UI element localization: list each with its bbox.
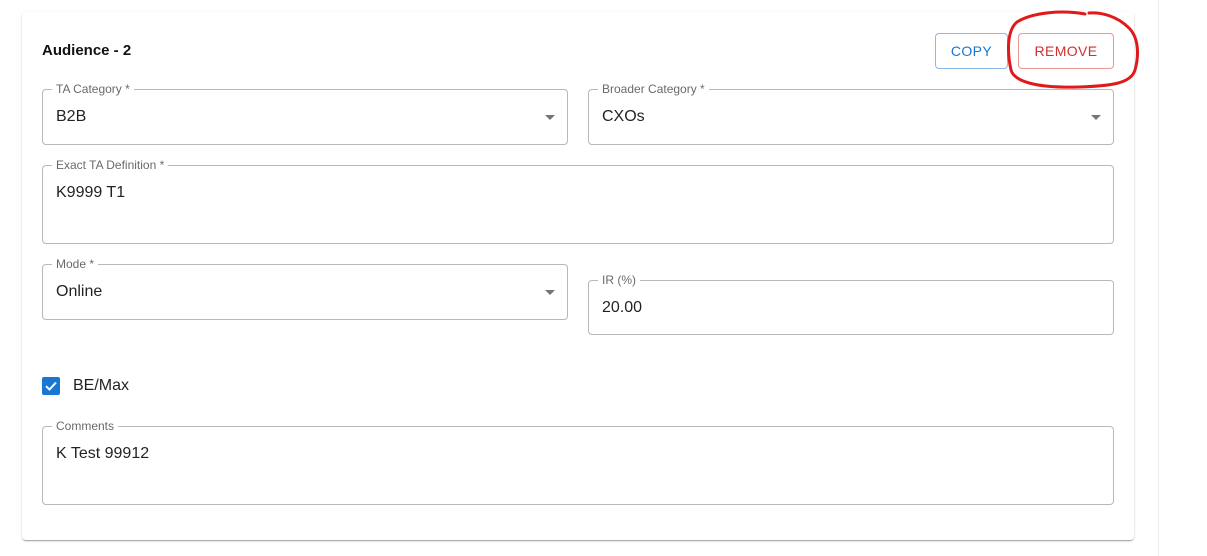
arrow-drop-down-icon: [545, 290, 555, 295]
comments-value: K Test 99912: [56, 445, 150, 462]
be-max-label: BE/Max: [73, 377, 130, 394]
ir-field[interactable]: IR (%) 20.00: [588, 273, 1114, 335]
mode-label: Mode *: [52, 257, 99, 271]
page: Audience - 2 COPY REMOVE TA Category * B…: [0, 0, 1207, 556]
ta-category-select[interactable]: TA Category * B2B: [42, 82, 568, 145]
card-title: Audience - 2: [42, 42, 132, 59]
comments-field[interactable]: Comments K Test 99912: [42, 419, 1114, 505]
ta-category-label: TA Category *: [52, 82, 134, 96]
broader-category-value: CXOs: [602, 108, 645, 125]
comments-label: Comments: [52, 419, 119, 433]
arrow-drop-down-icon: [545, 115, 555, 120]
exact-ta-definition-value: K9999 T1: [56, 184, 126, 201]
arrow-drop-down-icon: [1091, 115, 1101, 120]
checkbox-checked-icon[interactable]: [42, 377, 60, 395]
ta-category-value: B2B: [56, 108, 87, 125]
exact-ta-definition-label: Exact TA Definition *: [52, 158, 169, 172]
mode-value: Online: [56, 283, 103, 300]
ir-label: IR (%): [598, 273, 640, 287]
ir-value: 20.00: [602, 299, 643, 316]
be-max-checkbox-row[interactable]: BE/Max: [42, 374, 129, 398]
remove-button[interactable]: REMOVE: [1018, 33, 1114, 69]
broader-category-select[interactable]: Broader Category * CXOs: [588, 82, 1114, 145]
exact-ta-definition-field[interactable]: Exact TA Definition * K9999 T1: [42, 158, 1114, 244]
broader-category-label: Broader Category *: [598, 82, 709, 96]
mode-select[interactable]: Mode * Online: [42, 257, 568, 320]
panel-divider: [1158, 0, 1159, 556]
audience-card: Audience - 2 COPY REMOVE TA Category * B…: [22, 12, 1134, 540]
copy-button[interactable]: COPY: [935, 33, 1008, 69]
